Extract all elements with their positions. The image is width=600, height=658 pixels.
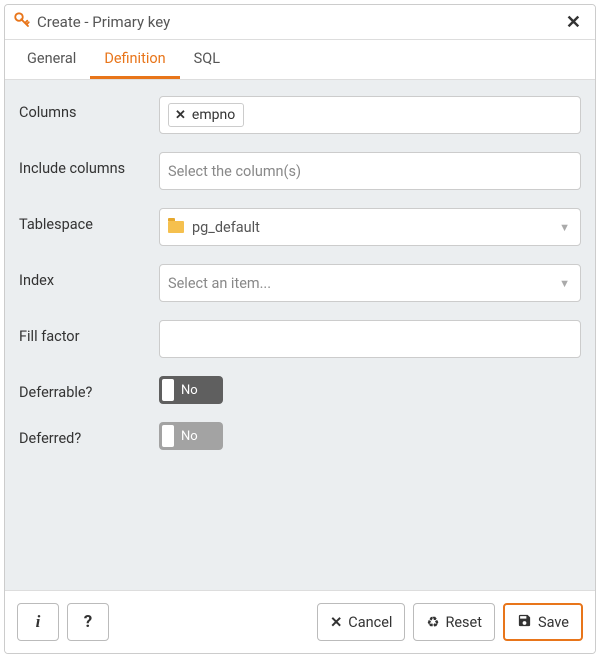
tablespace-select[interactable]: pg_default ▼ <box>159 208 581 246</box>
label-include-columns: Include columns <box>19 152 149 179</box>
help-button[interactable]: ? <box>67 603 109 641</box>
label-tablespace: Tablespace <box>19 208 149 235</box>
save-label: Save <box>538 614 569 631</box>
folder-icon <box>168 221 184 233</box>
columns-multiselect[interactable]: ✕ empno <box>159 96 581 134</box>
dialog-title: Create - Primary key <box>37 13 170 31</box>
label-index: Index <box>19 264 149 291</box>
tabs: General Definition SQL <box>5 40 595 80</box>
row-fill-factor: Fill factor <box>19 320 581 358</box>
reset-label: Reset <box>445 614 482 631</box>
deferrable-value: No <box>181 383 198 398</box>
info-button[interactable]: i <box>17 603 59 641</box>
include-columns-placeholder: Select the column(s) <box>168 163 301 180</box>
titlebar: Create - Primary key ✕ <box>5 5 595 40</box>
row-index: Index Select an item... ▼ <box>19 264 581 302</box>
chevron-down-icon: ▼ <box>559 277 570 290</box>
index-placeholder: Select an item... <box>168 275 271 292</box>
deferred-toggle[interactable]: No <box>159 422 223 450</box>
tablespace-value: pg_default <box>192 219 260 236</box>
row-columns: Columns ✕ empno <box>19 96 581 134</box>
save-icon <box>517 613 532 632</box>
remove-tag-icon[interactable]: ✕ <box>175 108 186 123</box>
column-tag-label: empno <box>192 107 235 123</box>
toggle-knob <box>162 425 174 447</box>
cancel-button[interactable]: ✕ Cancel <box>317 603 405 641</box>
reset-button[interactable]: ♻ Reset <box>413 603 495 641</box>
column-tag: ✕ empno <box>168 103 244 127</box>
recycle-icon: ♻ <box>426 614 439 631</box>
row-include-columns: Include columns Select the column(s) <box>19 152 581 190</box>
fill-factor-input[interactable] <box>159 320 581 358</box>
close-icon: ✕ <box>330 614 342 631</box>
label-deferred: Deferred? <box>19 422 149 449</box>
form-area: Columns ✕ empno Include columns Select t… <box>5 80 595 590</box>
cancel-label: Cancel <box>348 614 392 631</box>
row-deferred: Deferred? No <box>19 422 581 450</box>
deferrable-toggle[interactable]: No <box>159 376 223 404</box>
key-icon <box>13 11 31 33</box>
chevron-down-icon: ▼ <box>559 221 570 234</box>
label-columns: Columns <box>19 96 149 123</box>
tab-sql[interactable]: SQL <box>180 40 234 79</box>
label-fill-factor: Fill factor <box>19 320 149 347</box>
tab-general[interactable]: General <box>13 40 90 79</box>
deferred-value: No <box>181 429 198 444</box>
close-button[interactable]: ✕ <box>562 12 585 33</box>
label-deferrable: Deferrable? <box>19 376 149 403</box>
row-deferrable: Deferrable? No <box>19 376 581 404</box>
footer: i ? ✕ Cancel ♻ Reset Save <box>5 590 595 653</box>
tab-definition[interactable]: Definition <box>90 40 179 79</box>
save-button[interactable]: Save <box>503 603 583 641</box>
row-tablespace: Tablespace pg_default ▼ <box>19 208 581 246</box>
include-columns-multiselect[interactable]: Select the column(s) <box>159 152 581 190</box>
index-select[interactable]: Select an item... ▼ <box>159 264 581 302</box>
toggle-knob <box>162 379 174 401</box>
create-primary-key-dialog: Create - Primary key ✕ General Definitio… <box>4 4 596 654</box>
